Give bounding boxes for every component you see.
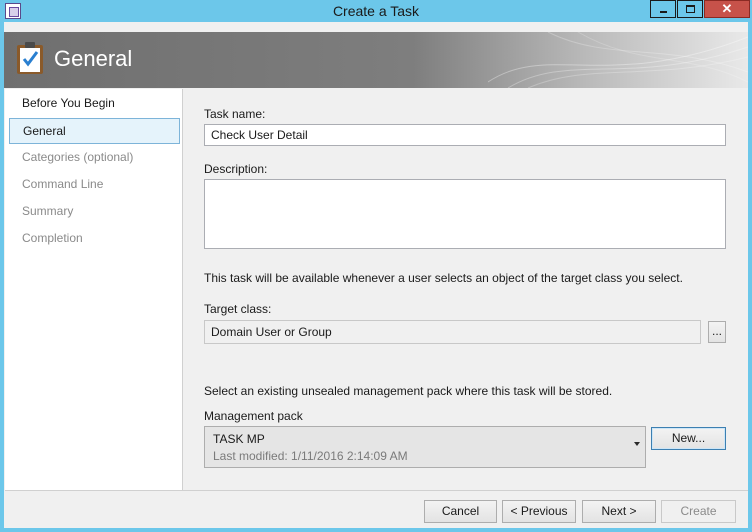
header-swirl-graphic (488, 32, 748, 88)
management-pack-info-text: Select an existing unsealed management p… (204, 384, 613, 398)
nav-item-general[interactable]: General (9, 118, 180, 144)
previous-button[interactable]: < Previous (502, 500, 576, 523)
browse-target-class-button[interactable]: ... (708, 321, 726, 343)
maximize-button[interactable] (677, 0, 703, 18)
window-controls: ✕ (650, 0, 752, 22)
wizard-nav: Before You Begin General Categories (opt… (5, 89, 183, 490)
minimize-button[interactable] (650, 0, 676, 18)
create-button[interactable]: Create (661, 500, 736, 523)
management-pack-modified: Last modified: 1/11/2016 2:14:09 AM (213, 449, 408, 463)
management-pack-label: Management pack (204, 409, 303, 423)
target-class-label: Target class: (204, 302, 272, 316)
nav-item-before-you-begin[interactable]: Before You Begin (9, 91, 180, 117)
close-button[interactable]: ✕ (704, 0, 750, 18)
target-class-field: Domain User or Group (204, 320, 701, 344)
nav-item-summary[interactable]: Summary (9, 199, 180, 225)
general-form: Task name: Check User Detail Description… (184, 89, 748, 490)
window-title: Create a Task (332, 3, 420, 19)
maximize-icon (686, 5, 695, 13)
task-name-input[interactable]: Check User Detail (204, 124, 726, 146)
nav-item-completion[interactable]: Completion (9, 226, 180, 252)
cancel-button[interactable]: Cancel (424, 500, 497, 523)
chevron-down-icon (634, 442, 640, 446)
next-button[interactable]: Next > (582, 500, 656, 523)
target-class-info-text: This task will be available whenever a u… (204, 271, 683, 285)
task-name-label: Task name: (204, 107, 266, 121)
wizard-footer: Cancel < Previous Next > Create (5, 490, 748, 528)
description-input[interactable] (204, 179, 726, 249)
nav-item-command-line[interactable]: Command Line (9, 172, 180, 198)
page-header: General (4, 32, 748, 88)
close-icon: ✕ (721, 1, 733, 16)
clipboard-check-icon (17, 42, 43, 74)
new-management-pack-button[interactable]: New... (651, 427, 726, 450)
nav-item-categories[interactable]: Categories (optional) (9, 145, 180, 171)
management-pack-select[interactable]: TASK MP Last modified: 1/11/2016 2:14:09… (204, 426, 646, 468)
title-bar[interactable]: Create a Task ✕ (0, 0, 752, 22)
page-title: General (54, 46, 133, 71)
management-pack-name: TASK MP (213, 432, 265, 446)
description-label: Description: (204, 162, 268, 176)
minimize-icon (660, 11, 667, 13)
